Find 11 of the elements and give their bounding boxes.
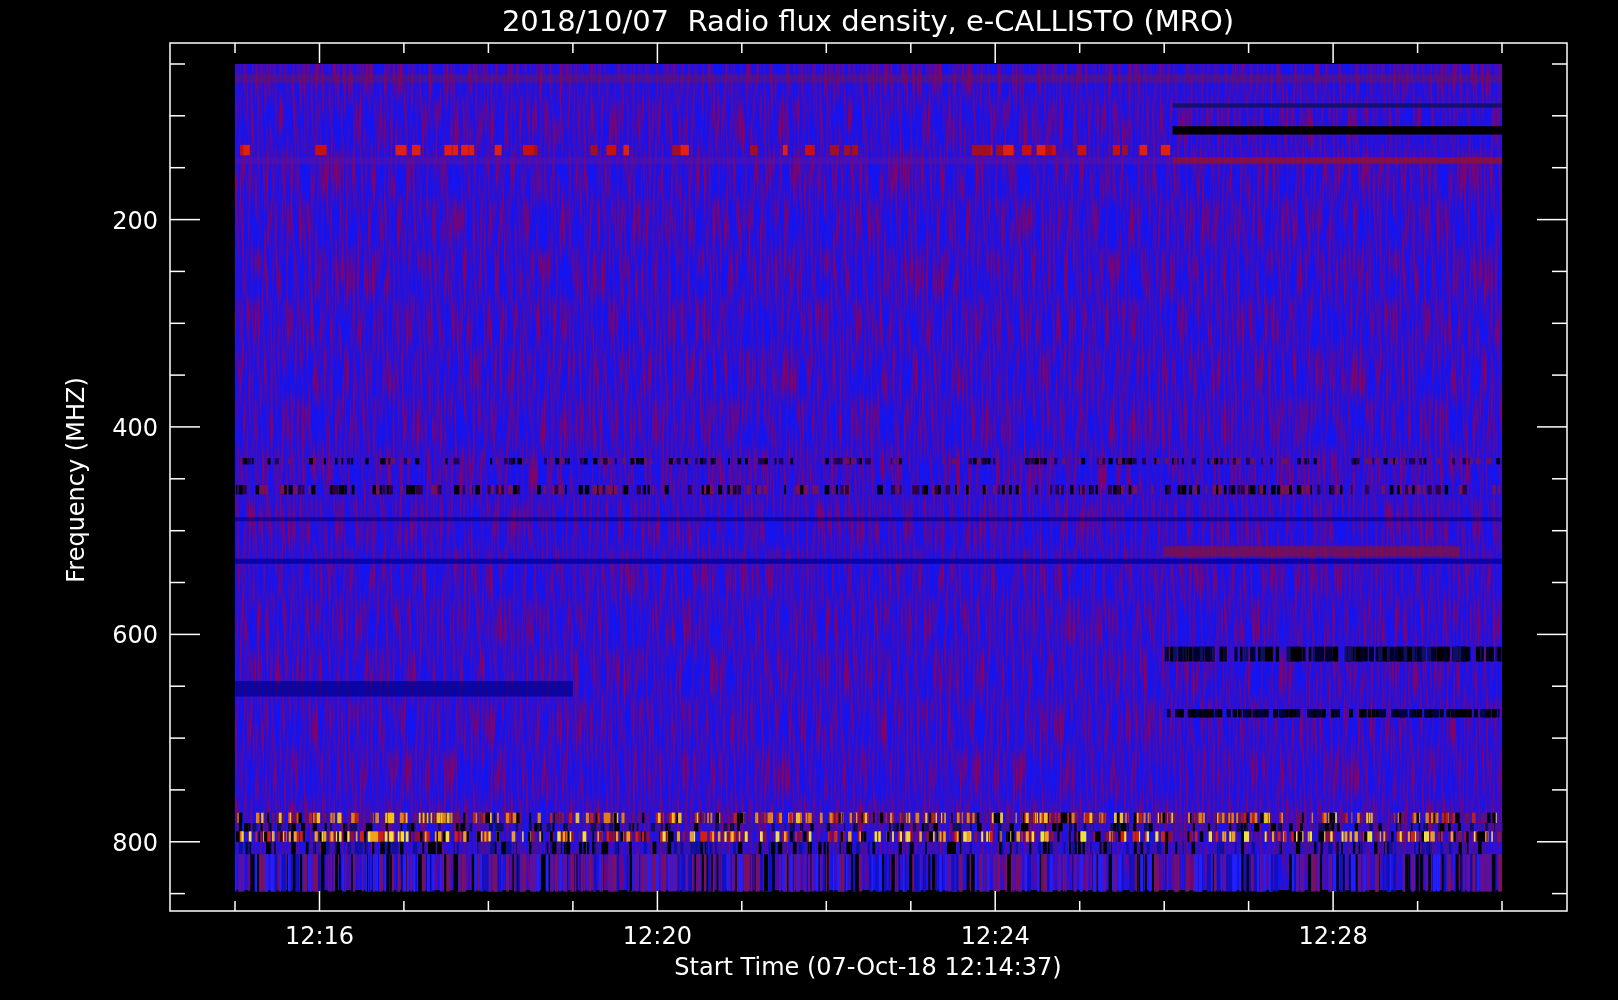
axis-title: Start Time (07-Oct-18 12:14:37) — [674, 953, 1062, 981]
tick-label: 12:20 — [622, 922, 692, 950]
tick-label: 200 — [112, 206, 158, 235]
tick-label: 800 — [112, 828, 158, 857]
tick-label: 12:16 — [284, 922, 355, 950]
tick-label: 400 — [112, 413, 158, 442]
chart-title: 2018/10/07 Radio flux density, e-CALLISTO (MRO) — [501, 4, 1235, 38]
tick-label: 600 — [112, 621, 158, 650]
tick-label: 12:28 — [1298, 922, 1368, 950]
tick-label: 12:24 — [960, 922, 1030, 950]
axis-title: Frequency (MHZ) — [62, 377, 90, 583]
